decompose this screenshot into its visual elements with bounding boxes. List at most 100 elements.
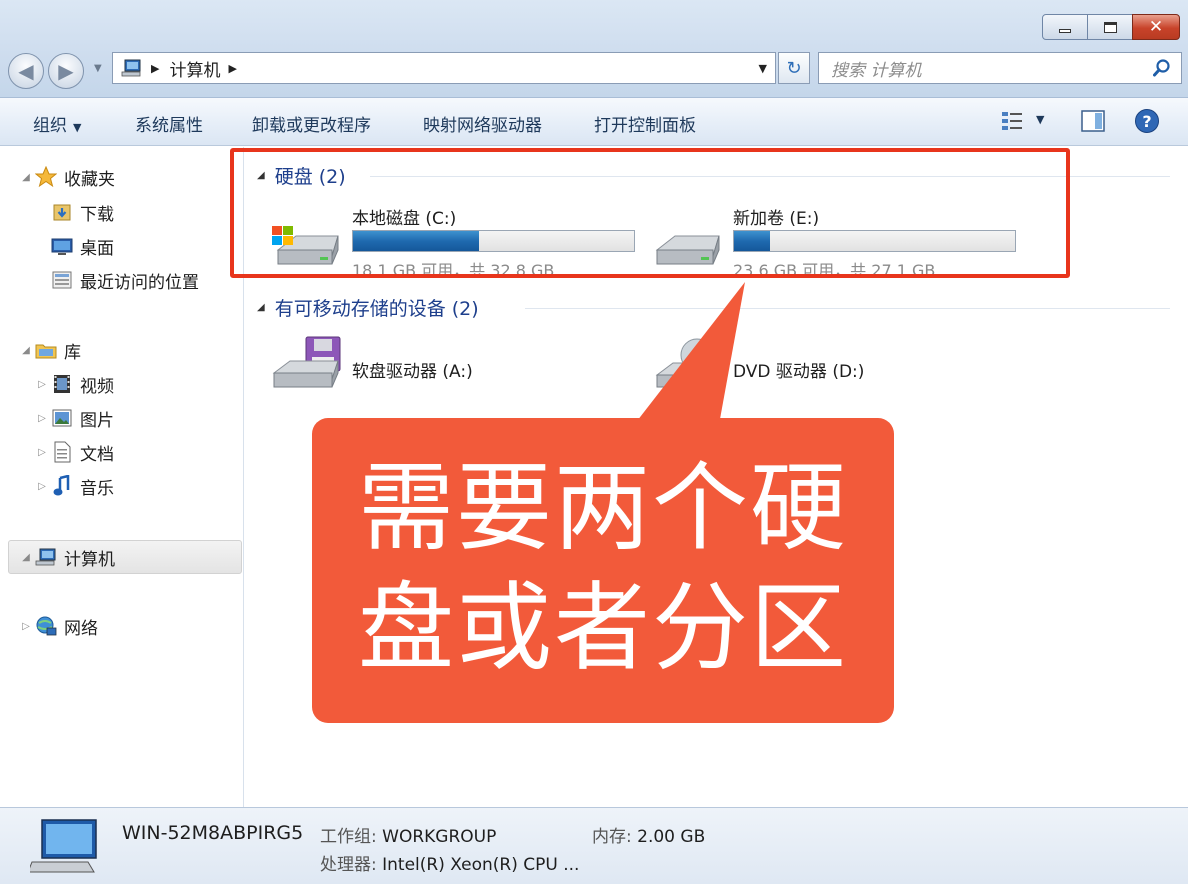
group-header-removable[interactable]: ◢ 有可移动存储的设备 (2): [257, 294, 479, 321]
group-divider: [525, 308, 1170, 309]
address-bar[interactable]: ▶ 计算机 ▶ ▼: [112, 52, 776, 84]
recent-places-icon: [50, 269, 74, 291]
organize-label: 组织: [33, 116, 67, 136]
drive-name: DVD 驱动器 (D:): [733, 362, 865, 382]
computer-icon: [121, 59, 141, 77]
star-icon: [34, 166, 58, 188]
sidebar-item-libraries[interactable]: ◢ 库: [18, 335, 81, 365]
arrow-left-icon: ◀: [18, 59, 34, 83]
expand-arrow-icon[interactable]: ▷: [34, 379, 50, 390]
sidebar-label: 桌面: [80, 238, 114, 259]
expand-arrow-icon[interactable]: ▷: [34, 481, 50, 492]
video-icon: [50, 373, 74, 395]
sidebar-label: 音乐: [80, 478, 114, 499]
sidebar-item-music[interactable]: ▷ 音乐: [34, 471, 114, 501]
breadcrumb-separator-icon: ▶: [151, 61, 160, 75]
sidebar-label: 网络: [64, 618, 98, 639]
maximize-button[interactable]: [1087, 14, 1133, 40]
memory-value: 2.00 GB: [637, 827, 706, 847]
minimize-button[interactable]: [1042, 14, 1088, 40]
sidebar-label: 库: [64, 342, 81, 363]
maximize-icon: [1103, 21, 1117, 33]
annotation-highlight-box: [230, 148, 1070, 278]
expand-arrow-icon[interactable]: ▷: [18, 621, 34, 632]
processor-value: Intel(R) Xeon(R) CPU ...: [382, 855, 580, 875]
sidebar-item-pictures[interactable]: ▷ 图片: [34, 403, 114, 433]
address-dropdown-icon[interactable]: ▼: [759, 62, 767, 75]
processor-label: 处理器:: [320, 855, 377, 875]
window-chrome: ✕ ◀ ▶ ▼ ▶ 计算机 ▶ ▼ ↻ 搜索 计算机: [0, 0, 1188, 98]
window-controls: ✕: [1042, 14, 1180, 40]
sidebar-item-documents[interactable]: ▷ 文档: [34, 437, 114, 467]
chevron-down-icon: ▼: [73, 121, 82, 134]
collapse-arrow-icon[interactable]: ◢: [18, 552, 34, 563]
memory-field: 内存: 2.00 GB: [592, 822, 705, 847]
svg-text:?: ?: [1142, 112, 1151, 131]
collapse-arrow-icon[interactable]: ◢: [18, 172, 34, 183]
back-button[interactable]: ◀: [8, 53, 44, 89]
uninstall-program-button[interactable]: 卸载或更改程序: [252, 111, 371, 136]
callout-line-1: 需要两个硬: [358, 452, 848, 564]
group-header-label: 有可移动存储的设备 (2): [274, 298, 479, 320]
search-placeholder: 搜索 计算机: [831, 60, 922, 81]
minimize-icon: [1059, 29, 1071, 33]
breadcrumb-separator-icon[interactable]: ▶: [228, 62, 236, 75]
downloads-folder-icon: [50, 201, 74, 223]
pictures-icon: [50, 407, 74, 429]
open-control-panel-button[interactable]: 打开控制面板: [594, 111, 696, 136]
floppy-drive-icon: [272, 336, 341, 388]
drive-name: 软盘驱动器 (A:): [352, 362, 473, 382]
sidebar-label: 最近访问的位置: [80, 272, 199, 293]
sidebar-label: 视频: [80, 376, 114, 397]
search-icon[interactable]: [1153, 59, 1171, 77]
expand-arrow-icon[interactable]: ▷: [34, 413, 50, 424]
sidebar-item-videos[interactable]: ▷ 视频: [34, 369, 114, 399]
sidebar-item-downloads[interactable]: 下载: [34, 197, 114, 227]
computer-icon: [34, 546, 58, 568]
computer-name: WIN-52M8ABPIRG5: [122, 822, 304, 844]
workgroup-field: 工作组: WORKGROUP: [320, 822, 496, 847]
sidebar-item-network[interactable]: ▷ 网络: [18, 611, 98, 641]
sidebar-label: 收藏夹: [64, 169, 115, 190]
expand-arrow-icon[interactable]: ▷: [34, 447, 50, 458]
workgroup-label: 工作组:: [320, 827, 377, 847]
map-network-drive-button[interactable]: 映射网络驱动器: [423, 111, 542, 136]
sidebar-item-recent-places[interactable]: 最近访问的位置: [34, 265, 199, 295]
refresh-button[interactable]: ↻: [778, 52, 810, 84]
system-properties-button[interactable]: 系统属性: [135, 111, 203, 136]
workgroup-value: WORKGROUP: [382, 827, 497, 847]
navigation-pane: ◢ 收藏夹 下载 桌面 最近访问的位置 ◢ 库 ▷ 视频 ▷ 图片 ▷ 文档 ▷: [6, 147, 244, 807]
desktop-icon: [50, 235, 74, 257]
close-button[interactable]: ✕: [1132, 14, 1180, 40]
command-bar: 组织 ▼ 系统属性 卸载或更改程序 映射网络驱动器 打开控制面板 ▼ ?: [0, 98, 1188, 146]
collapse-triangle-icon[interactable]: ◢: [257, 302, 265, 313]
sidebar-label: 下载: [80, 204, 114, 225]
sidebar-label: 计算机: [64, 549, 115, 570]
help-icon[interactable]: ?: [1134, 108, 1160, 134]
documents-icon: [50, 441, 74, 463]
callout-line-2: 盘或者分区: [358, 572, 848, 684]
sidebar-item-desktop[interactable]: 桌面: [34, 231, 114, 261]
music-icon: [50, 475, 74, 497]
collapse-arrow-icon[interactable]: ◢: [18, 345, 34, 356]
sidebar-label: 文档: [80, 444, 114, 465]
computer-icon: [30, 819, 97, 873]
arrow-right-icon: ▶: [58, 59, 74, 83]
annotation-callout-text: 需要两个硬 盘或者分区: [312, 448, 894, 688]
search-input[interactable]: 搜索 计算机: [818, 52, 1182, 84]
refresh-icon: ↻: [786, 57, 802, 79]
recent-pages-dropdown[interactable]: ▼: [94, 63, 102, 74]
navigation-bar: ◀ ▶ ▼ ▶ 计算机 ▶ ▼ ↻ 搜索 计算机: [6, 50, 1182, 89]
sidebar-item-computer[interactable]: ◢ 计算机: [18, 542, 115, 572]
forward-button[interactable]: ▶: [48, 53, 84, 89]
preview-pane-icon[interactable]: [1080, 108, 1106, 134]
details-pane: WIN-52M8ABPIRG5 工作组: WORKGROUP 内存: 2.00 …: [0, 807, 1188, 884]
organize-menu[interactable]: 组织 ▼: [33, 111, 81, 136]
library-icon: [34, 339, 58, 361]
dvd-drive-icon: [655, 338, 722, 388]
sidebar-label: 图片: [80, 410, 114, 431]
breadcrumb-computer[interactable]: 计算机: [169, 56, 220, 81]
sidebar-item-favorites[interactable]: ◢ 收藏夹: [18, 162, 115, 192]
view-options-icon[interactable]: [1000, 108, 1026, 134]
view-options-dropdown-icon[interactable]: ▼: [1036, 113, 1044, 126]
